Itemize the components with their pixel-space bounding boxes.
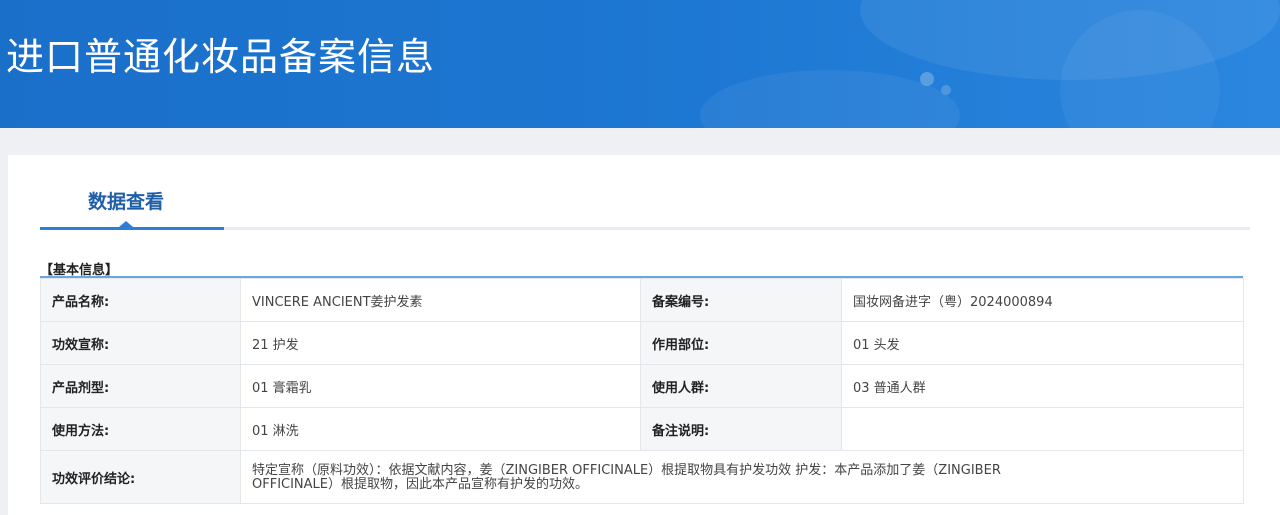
remark-label: 备注说明: [640, 407, 842, 451]
remark-value [841, 407, 1244, 451]
tab-caret-icon [119, 221, 133, 227]
product-name-value: VINCERE ANCIENT姜护发素 [240, 278, 641, 322]
table-row: 使用方法: 01 淋洗 备注说明: [40, 407, 1244, 451]
dosage-form-label: 产品剂型: [40, 364, 241, 408]
usage-label: 使用方法: [40, 407, 241, 451]
record-no-value: 国妆网备进字（粤）2024000894 [841, 278, 1244, 322]
usage-value: 01 淋洗 [240, 407, 641, 451]
population-value: 03 普通人群 [841, 364, 1244, 408]
site-value: 01 头发 [841, 321, 1244, 365]
content-card: 数据查看 【基本信息】 产品名称: VINCERE ANCIENT姜护发素 备案… [8, 155, 1280, 515]
site-label: 作用部位: [640, 321, 842, 365]
evaluation-value: 特定宣称（原料功效）：依据文献内容，姜（ZINGIBER OFFICINALE）… [240, 450, 1244, 504]
page-title: 进口普通化妆品备案信息 [6, 35, 436, 79]
evaluation-text: 特定宣称（原料功效）：依据文献内容，姜（ZINGIBER OFFICINALE）… [252, 463, 1001, 492]
table-row: 功效宣称: 21 护发 作用部位: 01 头发 [40, 321, 1244, 365]
dosage-form-value: 01 膏霜乳 [240, 364, 641, 408]
efficacy-value: 21 护发 [240, 321, 641, 365]
population-label: 使用人群: [640, 364, 842, 408]
banner-dot [941, 85, 951, 95]
table-row: 产品剂型: 01 膏霜乳 使用人群: 03 普通人群 [40, 364, 1244, 408]
banner-dot [920, 72, 934, 86]
table-row: 功效评价结论: 特定宣称（原料功效）：依据文献内容，姜（ZINGIBER OFF… [40, 450, 1244, 504]
basic-info-table: 产品名称: VINCERE ANCIENT姜护发素 备案编号: 国妆网备进字（粤… [40, 278, 1244, 504]
table-row: 产品名称: VINCERE ANCIENT姜护发素 备案编号: 国妆网备进字（粤… [40, 278, 1244, 322]
header-banner: 进口普通化妆品备案信息 [0, 0, 1280, 128]
tab-data-view[interactable]: 数据查看 [88, 187, 164, 214]
product-name-label: 产品名称: [40, 278, 241, 322]
efficacy-label: 功效宣称: [40, 321, 241, 365]
record-no-label: 备案编号: [640, 278, 842, 322]
evaluation-label: 功效评价结论: [40, 450, 241, 504]
tab-active-indicator [40, 227, 224, 230]
